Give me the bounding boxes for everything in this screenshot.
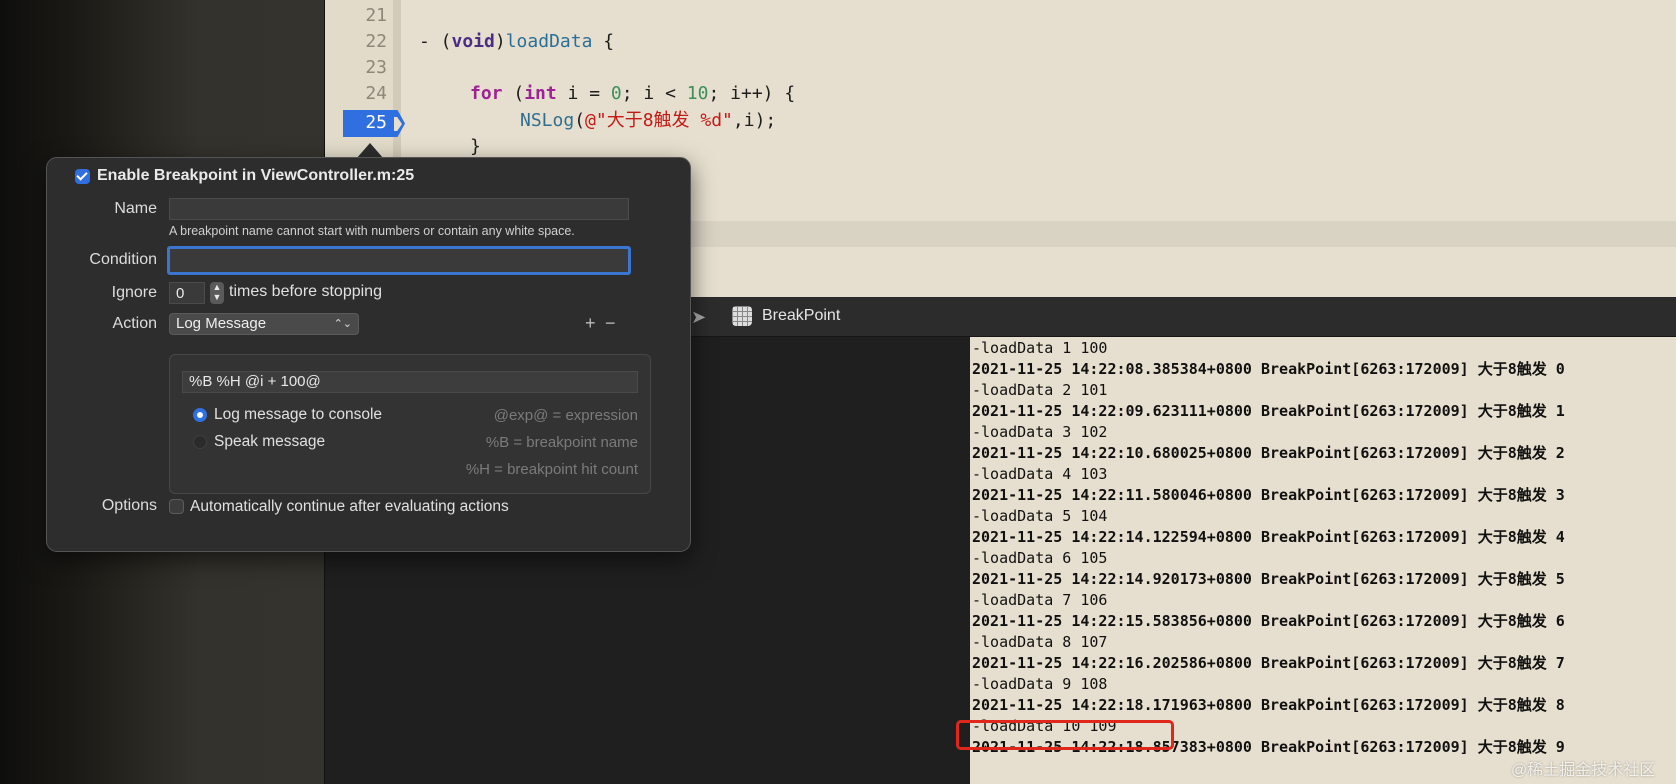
- highlight-annotation-box: [956, 720, 1174, 750]
- console-line: -loadData 3 102: [972, 423, 1108, 441]
- legend-expression: @exp@ = expression: [493, 407, 638, 424]
- line-number: 23: [365, 57, 387, 78]
- code-line-for-loop[interactable]: for (int i = 0; i < 10; i++) {: [470, 81, 795, 107]
- console-output[interactable]: -loadData 1 100 2021-11-25 14:22:08.3853…: [970, 337, 1676, 784]
- console-line: 2021-11-25 14:22:16.202586+0800 BreakPoi…: [972, 654, 1565, 672]
- console-line: -loadData 7 106: [972, 591, 1108, 609]
- console-line: -loadData 1 100: [972, 339, 1108, 357]
- line-number: 21: [365, 5, 387, 26]
- console-line: -loadData 8 107: [972, 633, 1108, 651]
- line-number: 24: [365, 83, 387, 104]
- code-token: ,i);: [732, 110, 777, 131]
- code-token-number: 0: [610, 83, 622, 104]
- debug-target-label[interactable]: BreakPoint: [762, 307, 840, 325]
- name-label: Name: [114, 200, 157, 217]
- console-line: 2021-11-25 14:22:18.171963+0800 BreakPoi…: [972, 696, 1565, 714]
- code-line-nslog[interactable]: NSLog(@"大于8触发 %d",i);: [520, 108, 776, 134]
- location-arrow-icon[interactable]: ➤: [691, 307, 711, 327]
- ignore-suffix: times before stopping: [229, 283, 382, 300]
- options-label: Options: [101, 497, 157, 514]
- console-line: -loadData 9 108: [972, 675, 1108, 693]
- console-line: -loadData 5 104: [972, 507, 1108, 525]
- popover-title: Enable Breakpoint in ViewController.m:25: [97, 167, 415, 184]
- name-hint: A breakpoint name cannot start with numb…: [169, 224, 575, 238]
- console-line: 2021-11-25 14:22:08.385384+0800 BreakPoi…: [972, 360, 1565, 378]
- action-type-select[interactable]: Log Message ⌃⌄: [169, 313, 359, 335]
- code-token: i =: [556, 83, 611, 104]
- action-label: Action: [112, 315, 157, 332]
- legend-hit-count: %H = breakpoint hit count: [465, 461, 638, 478]
- console-line: 2021-11-25 14:22:11.580046+0800 BreakPoi…: [972, 486, 1565, 504]
- code-token-keyword: void: [451, 31, 495, 52]
- code-token-keyword: int: [524, 83, 557, 104]
- code-token-keyword: for: [470, 83, 503, 104]
- log-message-input[interactable]: %B %H @i + 100@: [182, 371, 638, 393]
- condition-input[interactable]: [167, 246, 631, 275]
- console-line: 2021-11-25 14:22:09.623111+0800 BreakPoi…: [972, 402, 1565, 420]
- line-number-breakpoint: 25: [365, 112, 387, 133]
- console-line: 2021-11-25 14:22:15.583856+0800 BreakPoi…: [972, 612, 1565, 630]
- auto-continue-checkbox[interactable]: [169, 499, 184, 514]
- code-token: (: [502, 83, 525, 104]
- code-line-method-declaration[interactable]: - (void)loadData {: [419, 29, 614, 55]
- console-line: -loadData 6 105: [972, 549, 1108, 567]
- breakpoint-editor-popover: Enable Breakpoint in ViewController.m:25…: [46, 157, 691, 552]
- console-line: -loadData 4 103: [972, 465, 1108, 483]
- enable-breakpoint-checkbox[interactable]: [75, 169, 90, 184]
- watermark: @稀土掘金技术社区: [1511, 762, 1656, 779]
- console-line: 2021-11-25 14:22:10.680025+0800 BreakPoi…: [972, 444, 1565, 462]
- code-token: ): [494, 31, 506, 52]
- code-token-function: NSLog: [520, 110, 575, 131]
- radio-speak-message[interactable]: [193, 435, 207, 449]
- app-target-icon: [732, 306, 752, 326]
- console-line: -loadData 2 101: [972, 381, 1108, 399]
- ignore-label: Ignore: [111, 284, 157, 301]
- radio-speak-message-label[interactable]: Speak message: [214, 433, 325, 451]
- chevron-updown-icon: ⌃⌄: [333, 318, 352, 330]
- console-line: 2021-11-25 14:22:14.920173+0800 BreakPoi…: [972, 570, 1565, 588]
- ignore-count-input[interactable]: [169, 282, 205, 304]
- code-token: ; i <: [621, 83, 687, 104]
- auto-continue-label[interactable]: Automatically continue after evaluating …: [190, 498, 509, 516]
- code-token-method: loadData: [505, 31, 593, 52]
- action-type-value: Log Message: [176, 315, 267, 332]
- code-token: (: [574, 110, 586, 131]
- console-line: 2021-11-25 14:22:14.122594+0800 BreakPoi…: [972, 528, 1565, 546]
- code-token-string: @"大于8触发 %d": [585, 110, 733, 131]
- ignore-stepper[interactable]: ▲ ▼: [210, 282, 224, 304]
- radio-log-console[interactable]: [193, 408, 207, 422]
- breakpoint-name-input[interactable]: [169, 198, 629, 220]
- line-number: 22: [365, 31, 387, 52]
- condition-label: Condition: [89, 251, 157, 268]
- code-token: - (: [419, 31, 452, 52]
- remove-action-button[interactable]: −: [605, 313, 616, 334]
- legend-breakpoint-name: %B = breakpoint name: [485, 434, 638, 451]
- code-token-number: 10: [686, 83, 709, 104]
- action-config-box: %B %H @i + 100@ Log message to console S…: [169, 354, 651, 494]
- radio-log-console-label[interactable]: Log message to console: [214, 406, 382, 424]
- add-action-button[interactable]: +: [585, 313, 596, 334]
- code-token: {: [592, 31, 615, 52]
- code-token: ; i++) {: [708, 83, 796, 104]
